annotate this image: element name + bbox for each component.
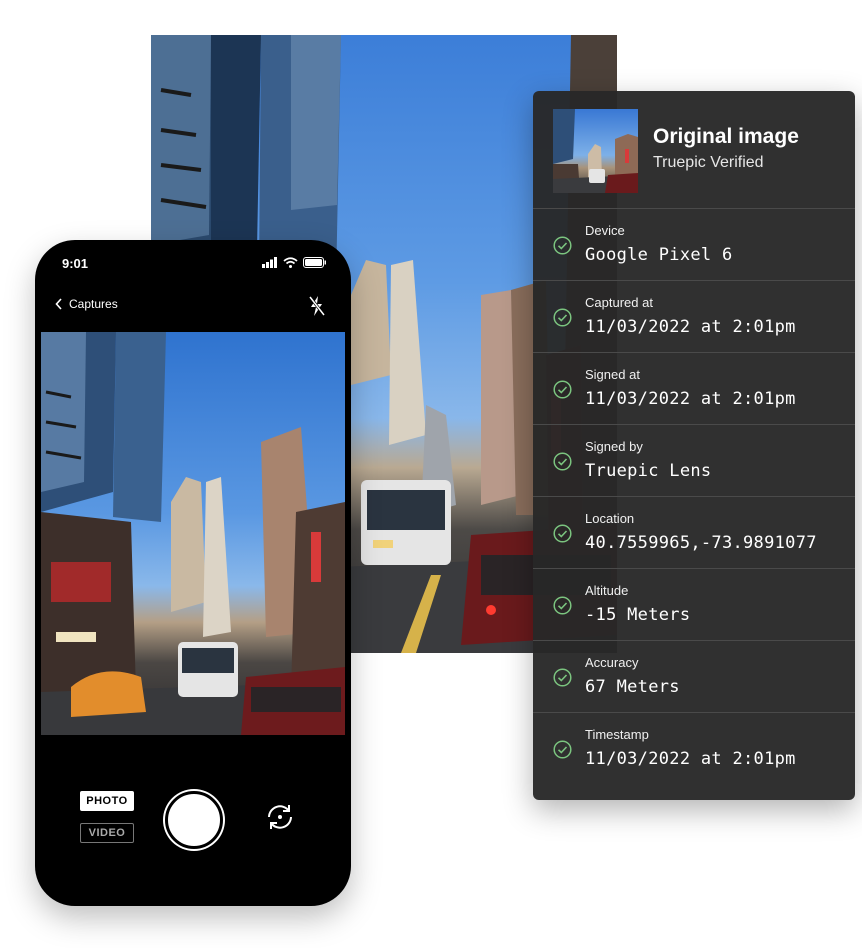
field-label: Altitude <box>585 583 629 598</box>
field-value: 11/03/2022 at 2:01pm <box>585 317 796 337</box>
field-label: Device <box>585 223 625 238</box>
camera-viewfinder[interactable] <box>41 332 345 735</box>
status-bar: 9:01 <box>35 240 351 288</box>
field-value: 40.7559965,-73.9891077 <box>585 533 817 553</box>
image-thumbnail[interactable] <box>553 109 638 193</box>
back-label: Captures <box>69 297 118 311</box>
panel-subtitle: Truepic Verified <box>653 154 764 171</box>
battery-icon <box>303 257 326 268</box>
phone-mockup: 9:01 Captures PHOTO VIDEO <box>35 240 351 906</box>
status-icons <box>262 257 327 268</box>
field-row-altitude: Altitude -15 Meters <box>533 569 855 641</box>
field-row-location: Location 40.7559965,-73.9891077 <box>533 497 855 569</box>
check-circle-icon <box>553 668 572 687</box>
field-row-captured-at: Captured at 11/03/2022 at 2:01pm <box>533 281 855 353</box>
field-label: Captured at <box>585 295 653 310</box>
wifi-icon <box>283 257 298 268</box>
signal-icon <box>262 257 277 268</box>
field-row-signed-at: Signed at 11/03/2022 at 2:01pm <box>533 353 855 425</box>
nav-bar: Captures <box>35 288 351 332</box>
panel-title: Original image <box>653 125 799 148</box>
chevron-left-icon <box>55 298 62 310</box>
shutter-button[interactable] <box>165 791 223 849</box>
field-label: Signed by <box>585 439 643 454</box>
back-button[interactable]: Captures <box>55 297 118 311</box>
field-label: Location <box>585 511 635 526</box>
photo-mode-button[interactable]: PHOTO <box>80 791 134 811</box>
verification-panel: Original image Truepic Verified Device G… <box>533 91 855 800</box>
field-row-accuracy: Accuracy 67 Meters <box>533 641 855 713</box>
field-value: 67 Meters <box>585 677 680 697</box>
check-circle-icon <box>553 740 572 759</box>
flash-off-icon[interactable] <box>307 295 327 317</box>
field-row-signed-by: Signed by Truepic Lens <box>533 425 855 497</box>
check-circle-icon <box>553 596 572 615</box>
status-time: 9:01 <box>62 256 89 271</box>
check-circle-icon <box>553 452 572 471</box>
field-row-device: Device Google Pixel 6 <box>533 209 855 281</box>
video-mode-button[interactable]: VIDEO <box>80 823 134 843</box>
field-label: Signed at <box>585 367 640 382</box>
panel-header: Original image Truepic Verified <box>533 91 855 209</box>
field-row-timestamp: Timestamp 11/03/2022 at 2:01pm <box>533 713 855 784</box>
check-circle-icon <box>553 524 572 543</box>
check-circle-icon <box>553 308 572 327</box>
field-value: 11/03/2022 at 2:01pm <box>585 749 796 769</box>
field-value: Truepic Lens <box>585 461 712 481</box>
check-circle-icon <box>553 380 572 399</box>
stage: 9:01 Captures PHOTO VIDEO Original image… <box>0 0 862 948</box>
flip-camera-icon[interactable] <box>263 800 297 834</box>
field-value: -15 Meters <box>585 605 691 625</box>
field-value: 11/03/2022 at 2:01pm <box>585 389 796 409</box>
check-circle-icon <box>553 236 572 255</box>
field-label: Timestamp <box>585 727 649 742</box>
field-value: Google Pixel 6 <box>585 245 733 265</box>
field-label: Accuracy <box>585 655 639 670</box>
